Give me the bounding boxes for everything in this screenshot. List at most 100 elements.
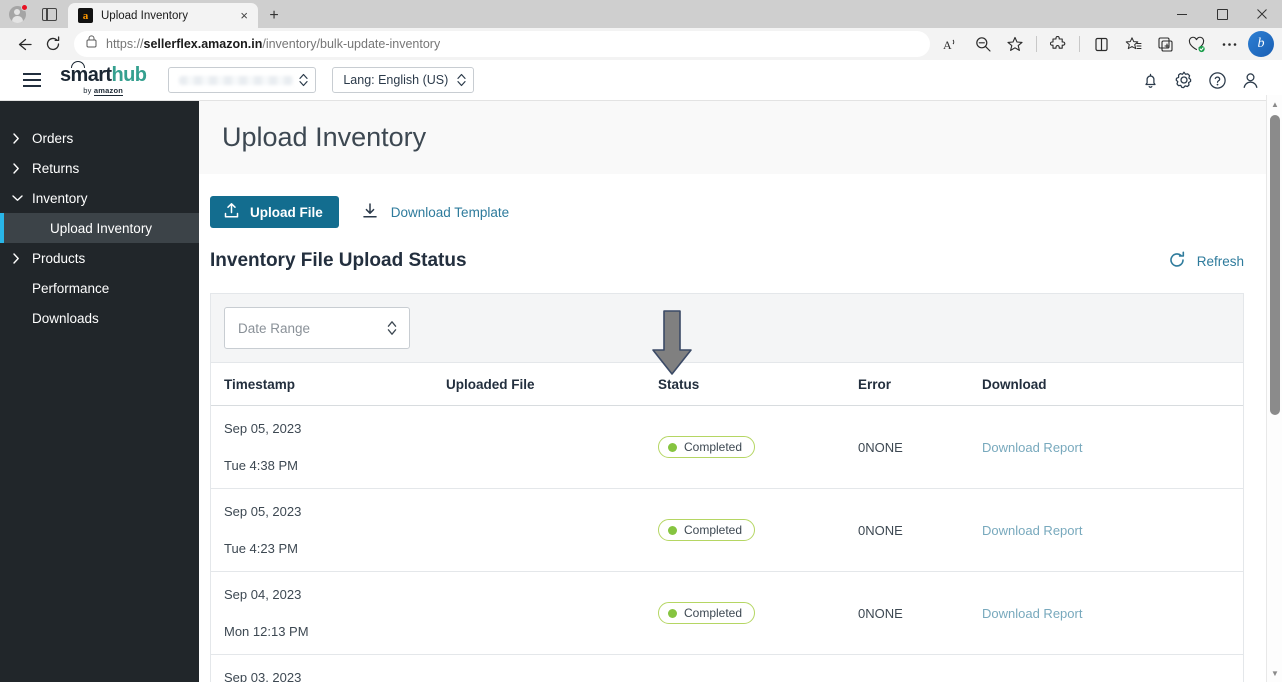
sidebar-navigation: Orders Returns Inventory Upload Inventor…	[0, 101, 199, 682]
profile-notification-dot	[21, 4, 28, 11]
favorite-star-icon[interactable]	[1000, 30, 1030, 58]
upload-icon	[223, 202, 240, 222]
sidebar-item-label: Returns	[32, 160, 80, 176]
vertical-tabs-icon	[41, 7, 57, 21]
refresh-label: Refresh	[1196, 253, 1244, 269]
read-aloud-icon[interactable]: A	[936, 30, 966, 58]
profile-button[interactable]	[0, 0, 34, 28]
more-options-icon[interactable]	[1214, 30, 1244, 58]
extensions-icon[interactable]	[1043, 30, 1073, 58]
sidebar-item-upload-inventory[interactable]: Upload Inventory	[0, 213, 199, 243]
download-icon	[361, 202, 379, 223]
maximize-icon[interactable]	[1202, 0, 1242, 28]
tab-title: Upload Inventory	[101, 9, 188, 22]
chevron-right-icon	[12, 162, 32, 174]
settings-gear-icon[interactable]	[1174, 70, 1194, 90]
filter-bar: Date Range	[211, 294, 1243, 363]
back-icon[interactable]	[8, 30, 38, 58]
reload-icon[interactable]	[38, 30, 68, 58]
cell-timestamp: Sep 05, 2023 Tue 4:38 PM	[211, 405, 433, 489]
cell-status: Completed	[645, 488, 845, 572]
table-body: Sep 05, 2023 Tue 4:38 PM Completed 0NONE	[211, 405, 1243, 682]
cell-status: Completed	[645, 405, 845, 489]
address-bar[interactable]: https://sellerflex.amazon.in/inventory/b…	[74, 31, 930, 57]
toolbar-divider	[1036, 36, 1037, 52]
main-content: Upload Inventory Upload File Download Te…	[199, 101, 1270, 682]
section-header: Inventory File Upload Status Refresh	[199, 228, 1270, 272]
cell-timestamp: Sep 05, 2023 Tue 4:23 PM	[211, 488, 433, 572]
chevron-updown-icon	[387, 320, 397, 336]
section-title: Inventory File Upload Status	[210, 250, 467, 271]
column-header-uploaded-file[interactable]: Uploaded File	[433, 363, 645, 406]
user-account-icon[interactable]	[1241, 71, 1260, 90]
sidebar-item-orders[interactable]: Orders	[0, 123, 199, 153]
download-template-button[interactable]: Download Template	[361, 202, 509, 223]
cell-status: Completed	[645, 654, 845, 682]
add-to-collection-icon[interactable]	[1150, 30, 1180, 58]
new-tab-button[interactable]: +	[261, 4, 287, 28]
table-row: Sep 04, 2023 Mon 12:13 PM Completed 0NON…	[211, 571, 1243, 655]
cell-uploaded-file	[433, 571, 645, 655]
close-window-icon[interactable]	[1242, 0, 1282, 28]
sidebar-item-performance[interactable]: Performance	[0, 273, 199, 303]
notification-bell-icon[interactable]	[1141, 71, 1160, 90]
collections-icon[interactable]	[1118, 30, 1148, 58]
timestamp-time: Tue 4:38 PM	[224, 458, 298, 473]
url-text: https://sellerflex.amazon.in/inventory/b…	[106, 37, 441, 51]
status-badge: Completed	[658, 519, 756, 541]
zoom-icon[interactable]	[968, 30, 998, 58]
close-icon[interactable]: ×	[236, 9, 252, 22]
browser-tab[interactable]: a Upload Inventory ×	[68, 3, 258, 28]
column-header-status[interactable]: Status	[645, 363, 845, 406]
status-dot-icon	[668, 525, 677, 535]
sidebar-item-inventory[interactable]: Inventory	[0, 183, 199, 213]
window-controls	[1162, 0, 1282, 28]
cell-download: Download Report	[969, 488, 1243, 572]
sidebar-item-returns[interactable]: Returns	[0, 153, 199, 183]
chevron-right-icon	[12, 252, 32, 264]
amazon-favicon: a	[78, 8, 93, 23]
cell-download: Download Report	[969, 405, 1243, 489]
scrollbar-thumb[interactable]	[1270, 115, 1280, 415]
seller-select[interactable]	[168, 67, 317, 93]
cell-status: Completed	[645, 571, 845, 655]
chevron-updown-icon	[457, 73, 466, 87]
copilot-icon[interactable]: b	[1248, 31, 1274, 57]
sidebar-item-downloads[interactable]: Downloads	[0, 303, 199, 333]
upload-file-label: Upload File	[250, 204, 323, 220]
smarthub-logo: smarthub by amazon	[60, 61, 147, 96]
cell-uploaded-file	[433, 488, 645, 572]
hamburger-menu-icon[interactable]	[14, 73, 48, 87]
refresh-button[interactable]: Refresh	[1168, 251, 1244, 272]
help-icon[interactable]	[1208, 71, 1227, 90]
timestamp-time: Tue 4:23 PM	[224, 541, 298, 556]
scroll-down-icon[interactable]: ▼	[1267, 664, 1282, 682]
shopping-icon[interactable]	[1182, 30, 1212, 58]
download-report-link[interactable]: Download Report	[982, 523, 1082, 538]
cell-uploaded-file	[433, 405, 645, 489]
download-report-link[interactable]: Download Report	[982, 440, 1082, 455]
timestamp-date: Sep 04, 2023	[224, 587, 302, 602]
upload-file-button[interactable]: Upload File	[210, 196, 339, 228]
action-toolbar: Upload File Download Template	[199, 174, 1270, 228]
scroll-up-icon[interactable]: ▲	[1267, 95, 1282, 113]
download-report-link[interactable]: Download Report	[982, 606, 1082, 621]
page-title: Upload Inventory	[222, 122, 427, 152]
minimize-icon[interactable]	[1162, 0, 1202, 28]
date-range-select[interactable]: Date Range	[224, 307, 410, 349]
language-select[interactable]: Lang: English (US)	[332, 67, 475, 93]
sidebar-item-label: Orders	[32, 130, 74, 146]
table-header-row: Timestamp Uploaded File Status Error Dow…	[211, 363, 1243, 406]
split-screen-icon[interactable]	[1086, 30, 1116, 58]
column-header-error[interactable]: Error	[845, 363, 969, 406]
status-badge: Completed	[658, 436, 756, 458]
cell-error: 0NONE	[845, 654, 969, 682]
column-header-download[interactable]: Download	[969, 363, 1243, 406]
chevron-updown-icon	[299, 73, 308, 87]
tab-actions-button[interactable]	[34, 0, 64, 28]
brand-sub-prefix: by	[83, 86, 94, 95]
column-header-timestamp[interactable]: Timestamp	[211, 363, 433, 406]
sidebar-item-products[interactable]: Products	[0, 243, 199, 273]
table-head: Timestamp Uploaded File Status Error Dow…	[211, 363, 1243, 406]
page-scrollbar[interactable]: ▲ ▼	[1266, 95, 1282, 682]
